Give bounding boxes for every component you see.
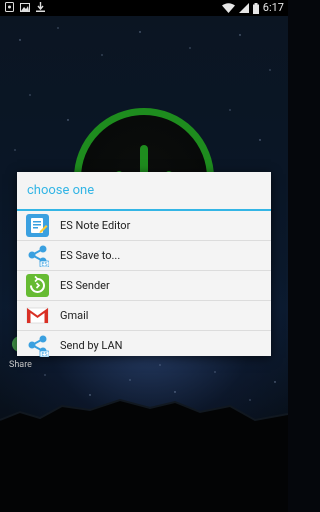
mountain-silhouette	[0, 398, 288, 512]
list-item-label: Send by LAN	[60, 339, 123, 352]
battery-icon	[252, 2, 259, 14]
signal-icon	[238, 3, 249, 13]
es-save-to-icon: ES	[28, 245, 49, 267]
image-icon	[20, 2, 30, 12]
list-item-label: Gmail	[60, 309, 89, 322]
list-item-es-note-editor[interactable]: ES Note Editor	[17, 211, 271, 241]
list-item-es-sender[interactable]: ES Sender	[17, 271, 271, 301]
share-label: Share	[9, 360, 32, 370]
wifi-icon	[221, 3, 235, 13]
app-list: ES Note Editor ES ES Save to... ES Sende	[17, 211, 271, 360]
gmail-icon	[26, 307, 49, 324]
list-item-es-save-to[interactable]: ES ES Save to...	[17, 241, 271, 271]
svg-text:ES: ES	[41, 262, 47, 267]
list-item-gmail[interactable]: Gmail	[17, 301, 271, 331]
list-item-label: ES Save to...	[60, 249, 121, 262]
list-item-send-by-lan[interactable]: ES Send by LAN	[17, 331, 271, 360]
status-time: 6:17	[262, 1, 284, 14]
dialog-title: choose one	[27, 183, 95, 198]
download-icon	[36, 2, 45, 12]
status-bar: 6:17	[0, 0, 288, 16]
es-note-editor-icon	[26, 214, 49, 237]
list-item-label: ES Note Editor	[60, 219, 131, 232]
list-item-label: ES Sender	[60, 279, 110, 292]
chooser-dialog: choose one ES Note Editor ES ES Save to.…	[17, 172, 271, 357]
es-sender-icon	[26, 274, 49, 297]
send-by-lan-icon: ES	[28, 335, 49, 357]
svg-text:ES: ES	[41, 352, 47, 357]
notification-icon	[5, 2, 14, 12]
